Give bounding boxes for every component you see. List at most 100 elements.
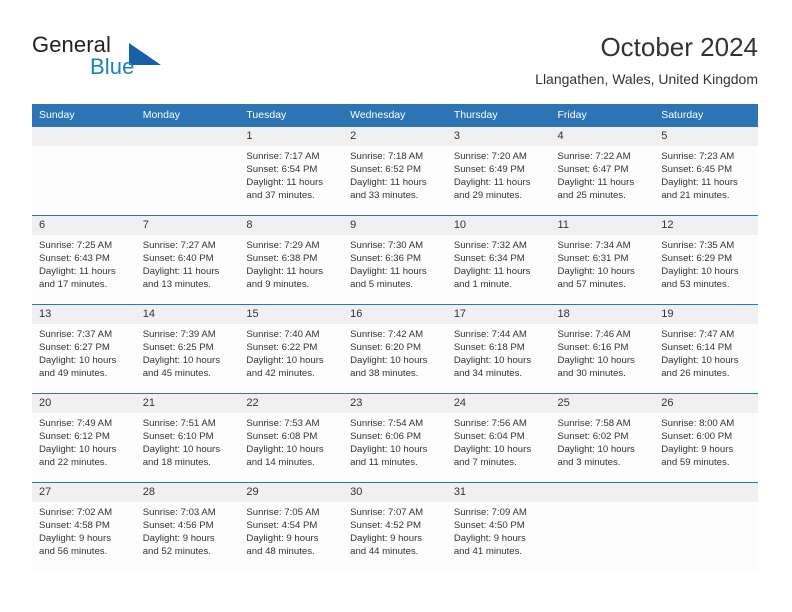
sunset-text: Sunset: 6:34 PM	[453, 253, 525, 265]
calendar-day-cell[interactable]: 3 Sunrise: 7:20 AM Sunset: 6:49 PM Daylight…	[446, 126, 551, 216]
day-number: 17	[446, 305, 551, 324]
sunset-text: Sunset: 6:43 PM	[39, 253, 110, 265]
sunrise-text: Sunrise: 7:32 AM	[453, 240, 527, 251]
sunrise-text: Sunrise: 7:23 AM	[661, 151, 735, 162]
calendar-day-cell[interactable]: 22 Sunrise: 7:53 AM Sunset: 6:08 PM Dayligh…	[239, 393, 344, 483]
calendar-day-cell[interactable]: 10 Sunrise: 7:32 AM Sunset: 6:34 PM Dayligh…	[446, 215, 551, 305]
calendar-day-cell[interactable]: 27 Sunrise: 7:02 AM Sunset: 4:58 PM Dayligh…	[32, 482, 136, 572]
calendar-day-cell[interactable]: 24 Sunrise: 7:56 AM Sunset: 6:04 PM Dayligh…	[446, 393, 551, 483]
calendar-day-cell[interactable]: 15 Sunrise: 7:40 AM Sunset: 6:22 PM Dayligh…	[239, 304, 344, 394]
day-details: Sunrise: 7:17 AM Sunset: 6:54 PM Daylight:…	[239, 146, 343, 202]
day-details: Sunrise: 7:05 AM Sunset: 4:54 PM Daylight:…	[239, 502, 343, 558]
sunrise-text: Sunrise: 7:29 AM	[246, 240, 320, 251]
sunset-text: Sunset: 6:45 PM	[661, 164, 733, 176]
day-number: 31	[446, 483, 551, 502]
calendar-day-cell[interactable]: 16 Sunrise: 7:42 AM Sunset: 6:20 PM Dayligh…	[343, 304, 447, 394]
sunrise-text: Sunrise: 7:46 AM	[557, 329, 631, 340]
day-details: Sunrise: 7:42 AM Sunset: 6:20 PM Daylight:…	[343, 324, 447, 380]
sunrise-text: Sunrise: 7:27 AM	[142, 240, 216, 251]
day-details: Sunrise: 7:30 AM Sunset: 6:36 PM Daylight:…	[343, 235, 447, 291]
calendar-day-cell[interactable]: 12 Sunrise: 7:35 AM Sunset: 6:29 PM Dayligh…	[654, 215, 758, 305]
day-number: 16	[343, 305, 447, 324]
day-number	[135, 127, 240, 146]
sunset-text: Sunset: 6:06 PM	[350, 431, 422, 443]
day-details: Sunrise: 8:00 AM Sunset: 6:00 PM Daylight:…	[654, 413, 758, 469]
sunset-text: Sunset: 6:54 PM	[246, 164, 318, 176]
day-number: 8	[239, 216, 344, 235]
sunset-text: Sunset: 6:31 PM	[557, 253, 629, 265]
calendar-day-cell[interactable]: 2 Sunrise: 7:18 AM Sunset: 6:52 PM Daylight…	[343, 126, 447, 216]
calendar-day-cell[interactable]: 26 Sunrise: 8:00 AM Sunset: 6:00 PM Dayligh…	[654, 393, 758, 483]
sunset-text: Sunset: 6:12 PM	[39, 431, 110, 443]
sunrise-text: Sunrise: 8:00 AM	[661, 418, 735, 429]
calendar-day-cell[interactable]: 1 Sunrise: 7:17 AM Sunset: 6:54 PM Daylight…	[239, 126, 344, 216]
sunset-text: Sunset: 4:54 PM	[246, 520, 318, 532]
daylight-text: Daylight: 11 hours and 5 minutes.	[350, 266, 427, 291]
day-details: Sunrise: 7:20 AM Sunset: 6:49 PM Daylight:…	[447, 146, 551, 202]
day-number: 29	[239, 483, 344, 502]
calendar-day-cell[interactable]: 20 Sunrise: 7:49 AM Sunset: 6:12 PM Dayligh…	[32, 393, 136, 483]
day-number: 5	[654, 127, 758, 146]
day-number: 6	[32, 216, 136, 235]
calendar-day-cell[interactable]: 13 Sunrise: 7:37 AM Sunset: 6:27 PM Dayligh…	[32, 304, 136, 394]
day-details: Sunrise: 7:39 AM Sunset: 6:25 PM Daylight:…	[136, 324, 240, 380]
daylight-text: Daylight: 10 hours and 7 minutes.	[453, 444, 532, 469]
sunset-text: Sunset: 6:02 PM	[557, 431, 629, 443]
calendar-day-cell[interactable]: 29 Sunrise: 7:05 AM Sunset: 4:54 PM Dayligh…	[239, 482, 344, 572]
calendar-day-cell[interactable]: 19 Sunrise: 7:47 AM Sunset: 6:14 PM Dayligh…	[654, 304, 758, 394]
calendar-day-cell[interactable]: 11 Sunrise: 7:34 AM Sunset: 6:31 PM Dayligh…	[550, 215, 655, 305]
calendar-day-cell[interactable]: 30 Sunrise: 7:07 AM Sunset: 4:52 PM Dayligh…	[343, 482, 447, 572]
weekday-header-tuesday: Tuesday	[239, 104, 344, 127]
calendar-day-cell[interactable]: 7 Sunrise: 7:27 AM Sunset: 6:40 PM Daylight…	[135, 215, 240, 305]
day-number	[550, 483, 655, 502]
sunrise-text: Sunrise: 7:22 AM	[557, 151, 631, 162]
sunset-text: Sunset: 6:29 PM	[661, 253, 733, 265]
sunset-text: Sunset: 6:16 PM	[557, 342, 629, 354]
calendar-day-cell[interactable]: 4 Sunrise: 7:22 AM Sunset: 6:47 PM Daylight…	[550, 126, 655, 216]
calendar-day-cell-empty	[550, 482, 655, 572]
sunrise-text: Sunrise: 7:05 AM	[246, 507, 320, 518]
day-details: Sunrise: 7:58 AM Sunset: 6:02 PM Daylight:…	[551, 413, 655, 469]
calendar-day-cell[interactable]: 18 Sunrise: 7:46 AM Sunset: 6:16 PM Dayligh…	[550, 304, 655, 394]
sunrise-text: Sunrise: 7:02 AM	[39, 507, 113, 518]
day-details: Sunrise: 7:53 AM Sunset: 6:08 PM Daylight:…	[239, 413, 343, 469]
calendar-day-cell[interactable]: 9 Sunrise: 7:30 AM Sunset: 6:36 PM Daylight…	[343, 215, 447, 305]
daylight-text: Daylight: 10 hours and 3 minutes.	[557, 444, 635, 469]
sunrise-text: Sunrise: 7:03 AM	[142, 507, 216, 518]
calendar-day-cell[interactable]: 6 Sunrise: 7:25 AM Sunset: 6:43 PM Daylight…	[32, 215, 136, 305]
calendar-day-cell[interactable]: 28 Sunrise: 7:03 AM Sunset: 4:56 PM Dayligh…	[135, 482, 240, 572]
day-details: Sunrise: 7:29 AM Sunset: 6:38 PM Daylight:…	[239, 235, 343, 291]
calendar-day-cell[interactable]: 5 Sunrise: 7:23 AM Sunset: 6:45 PM Daylight…	[654, 126, 758, 216]
day-details: Sunrise: 7:35 AM Sunset: 6:29 PM Daylight:…	[654, 235, 758, 291]
calendar-day-cell[interactable]: 31 Sunrise: 7:09 AM Sunset: 4:50 PM Dayligh…	[446, 482, 551, 572]
daylight-text: Daylight: 10 hours and 42 minutes.	[246, 355, 324, 380]
daylight-text: Daylight: 10 hours and 26 minutes.	[661, 355, 739, 380]
daylight-text: Daylight: 10 hours and 49 minutes.	[39, 355, 117, 380]
brand-logo[interactable]: General Blue	[32, 32, 212, 82]
daylight-text: Daylight: 11 hours and 21 minutes.	[661, 177, 738, 202]
day-number: 14	[135, 305, 240, 324]
sunrise-text: Sunrise: 7:56 AM	[453, 418, 527, 429]
day-details: Sunrise: 7:03 AM Sunset: 4:56 PM Daylight:…	[136, 502, 240, 558]
day-details: Sunrise: 7:49 AM Sunset: 6:12 PM Daylight:…	[32, 413, 136, 469]
day-number: 2	[343, 127, 447, 146]
daylight-text: Daylight: 9 hours and 41 minutes.	[453, 533, 526, 558]
calendar-week-row: 13 Sunrise: 7:37 AM Sunset: 6:27 PM Dayligh…	[32, 304, 758, 394]
sunset-text: Sunset: 6:08 PM	[246, 431, 318, 443]
sunrise-text: Sunrise: 7:37 AM	[39, 329, 113, 340]
calendar-day-cell[interactable]: 17 Sunrise: 7:44 AM Sunset: 6:18 PM Dayligh…	[446, 304, 551, 394]
calendar-day-cell[interactable]: 23 Sunrise: 7:54 AM Sunset: 6:06 PM Dayligh…	[343, 393, 447, 483]
day-number: 23	[343, 394, 447, 413]
day-details: Sunrise: 7:18 AM Sunset: 6:52 PM Daylight:…	[343, 146, 447, 202]
sunset-text: Sunset: 6:20 PM	[350, 342, 422, 354]
day-details: Sunrise: 7:47 AM Sunset: 6:14 PM Daylight:…	[654, 324, 758, 380]
calendar-day-cell[interactable]: 8 Sunrise: 7:29 AM Sunset: 6:38 PM Daylight…	[239, 215, 344, 305]
calendar-day-cell[interactable]: 25 Sunrise: 7:58 AM Sunset: 6:02 PM Dayligh…	[550, 393, 655, 483]
daylight-text: Daylight: 10 hours and 18 minutes.	[142, 444, 221, 469]
sunset-text: Sunset: 6:27 PM	[39, 342, 110, 354]
calendar-day-cell[interactable]: 14 Sunrise: 7:39 AM Sunset: 6:25 PM Dayligh…	[135, 304, 240, 394]
day-details: Sunrise: 7:34 AM Sunset: 6:31 PM Daylight:…	[551, 235, 655, 291]
day-details: Sunrise: 7:54 AM Sunset: 6:06 PM Daylight:…	[343, 413, 447, 469]
calendar-day-cell[interactable]: 21 Sunrise: 7:51 AM Sunset: 6:10 PM Dayligh…	[135, 393, 240, 483]
page-title: October 2024	[600, 32, 758, 62]
